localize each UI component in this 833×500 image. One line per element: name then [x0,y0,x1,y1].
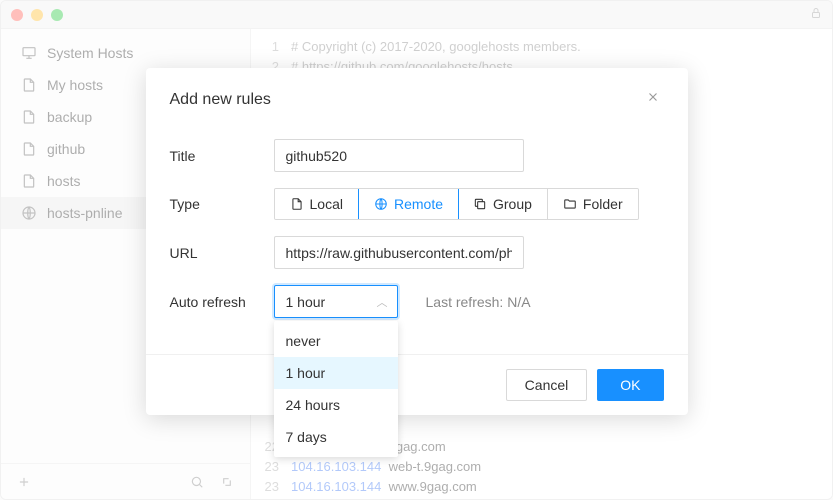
type-row: Type Local Remote Group [170,188,664,220]
type-label: Type [170,196,274,212]
refresh-select[interactable]: 1 hour ︿ never 1 hour 24 hours 7 days [274,285,398,318]
globe-icon [374,197,388,211]
copy-icon [473,197,487,211]
modal-body: Title Type Local Remote [146,131,688,354]
refresh-option-never[interactable]: never [274,325,398,357]
modal-title: Add new rules [170,91,271,109]
url-input[interactable] [274,236,524,269]
auto-refresh-row: Auto refresh 1 hour ︿ never 1 hour 24 ho… [170,285,664,318]
refresh-option-24hours[interactable]: 24 hours [274,389,398,421]
title-input[interactable] [274,139,524,172]
refresh-option-7days[interactable]: 7 days [274,421,398,453]
url-label: URL [170,245,274,261]
auto-refresh-label: Auto refresh [170,294,274,310]
last-refresh-info: Last refresh: N/A [426,294,531,310]
modal-footer: Cancel OK [146,354,688,415]
refresh-option-1hour[interactable]: 1 hour [274,357,398,389]
folder-icon [563,197,577,211]
modal-overlay: Add new rules Title Type Local [0,0,833,500]
type-segmented: Local Remote Group Folder [274,188,639,220]
type-option-folder[interactable]: Folder [548,189,638,219]
ok-button[interactable]: OK [597,369,663,401]
refresh-dropdown: never 1 hour 24 hours 7 days [274,321,398,457]
title-row: Title [170,139,664,172]
file-icon [290,197,304,211]
url-row: URL [170,236,664,269]
add-rules-modal: Add new rules Title Type Local [146,68,688,415]
title-label: Title [170,148,274,164]
cancel-button[interactable]: Cancel [506,369,588,401]
type-option-group[interactable]: Group [458,189,548,219]
modal-header: Add new rules [146,68,688,131]
type-option-local[interactable]: Local [275,189,359,219]
type-option-remote[interactable]: Remote [358,188,459,220]
modal-close-button[interactable] [642,86,664,113]
refresh-select-value[interactable]: 1 hour [274,285,398,318]
